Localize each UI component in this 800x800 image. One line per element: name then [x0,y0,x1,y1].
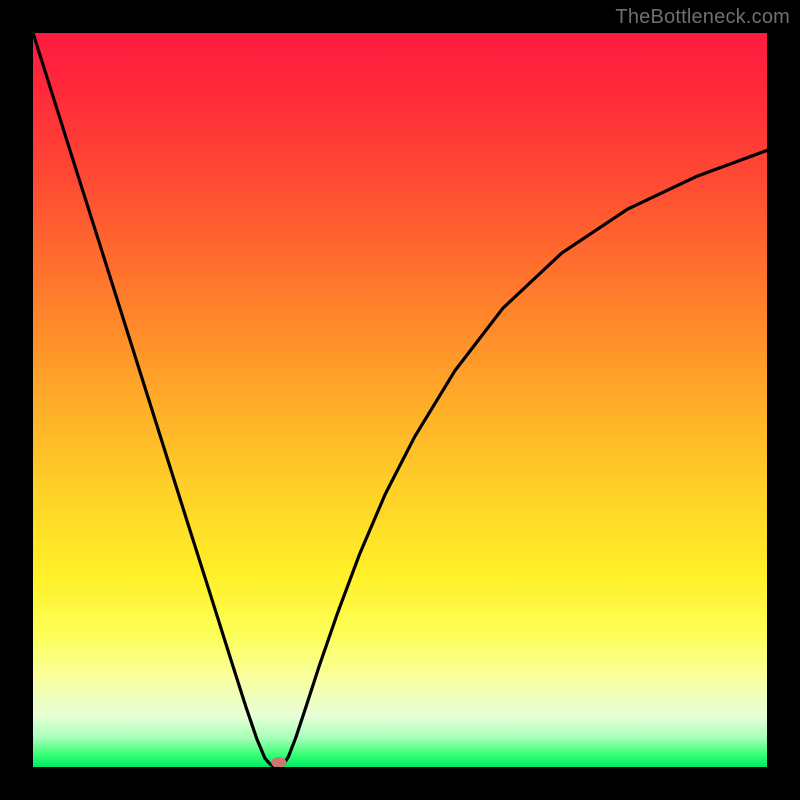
watermark-label: TheBottleneck.com [615,6,790,29]
plot-area [33,33,767,767]
minimum-marker [271,757,286,767]
bottleneck-curve [33,33,767,767]
curve-layer [33,33,767,767]
chart-frame: TheBottleneck.com [0,0,800,800]
